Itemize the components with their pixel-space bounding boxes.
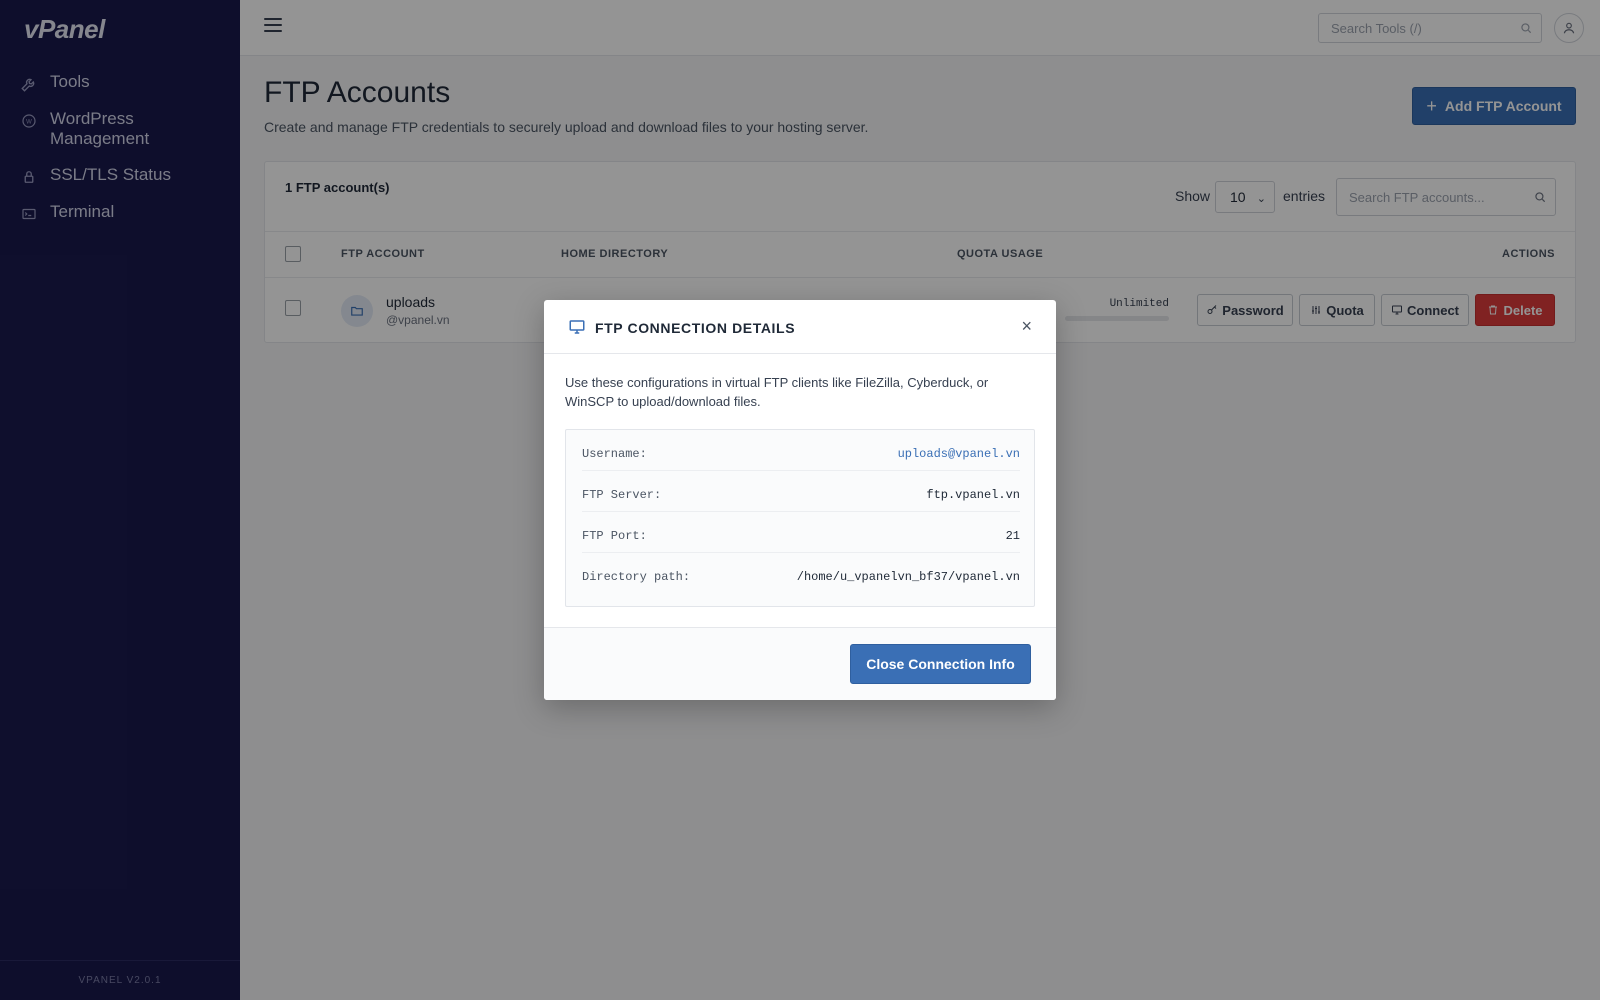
close-connection-info-button[interactable]: Close Connection Info <box>850 644 1031 684</box>
detail-key: Directory path: <box>582 570 691 584</box>
ftp-connection-modal: FTP CONNECTION DETAILS × Use these confi… <box>544 300 1056 700</box>
detail-value-server: ftp.vpanel.vn <box>926 488 1020 502</box>
modal-description: Use these configurations in virtual FTP … <box>565 375 989 409</box>
detail-row-username: Username: uploads@vpanel.vn <box>582 430 1020 471</box>
detail-value-username[interactable]: uploads@vpanel.vn <box>898 447 1020 461</box>
connection-details: Username: uploads@vpanel.vn FTP Server: … <box>565 429 1035 607</box>
detail-row-directory: Directory path: /home/u_vpanelvn_bf37/vp… <box>582 553 1020 594</box>
detail-value-port: 21 <box>1005 529 1020 543</box>
modal-header: FTP CONNECTION DETAILS × <box>544 300 1056 354</box>
detail-key: FTP Port: <box>582 529 647 543</box>
monitor-icon <box>569 320 585 334</box>
detail-row-server: FTP Server: ftp.vpanel.vn <box>582 471 1020 512</box>
modal-footer: Close Connection Info <box>544 627 1056 700</box>
detail-key: FTP Server: <box>582 488 662 502</box>
detail-key: Username: <box>582 447 647 461</box>
detail-value-directory: /home/u_vpanelvn_bf37/vpanel.vn <box>796 570 1020 584</box>
close-icon[interactable]: × <box>1021 317 1032 335</box>
detail-row-port: FTP Port: 21 <box>582 512 1020 553</box>
modal-title: FTP CONNECTION DETAILS <box>595 320 796 336</box>
